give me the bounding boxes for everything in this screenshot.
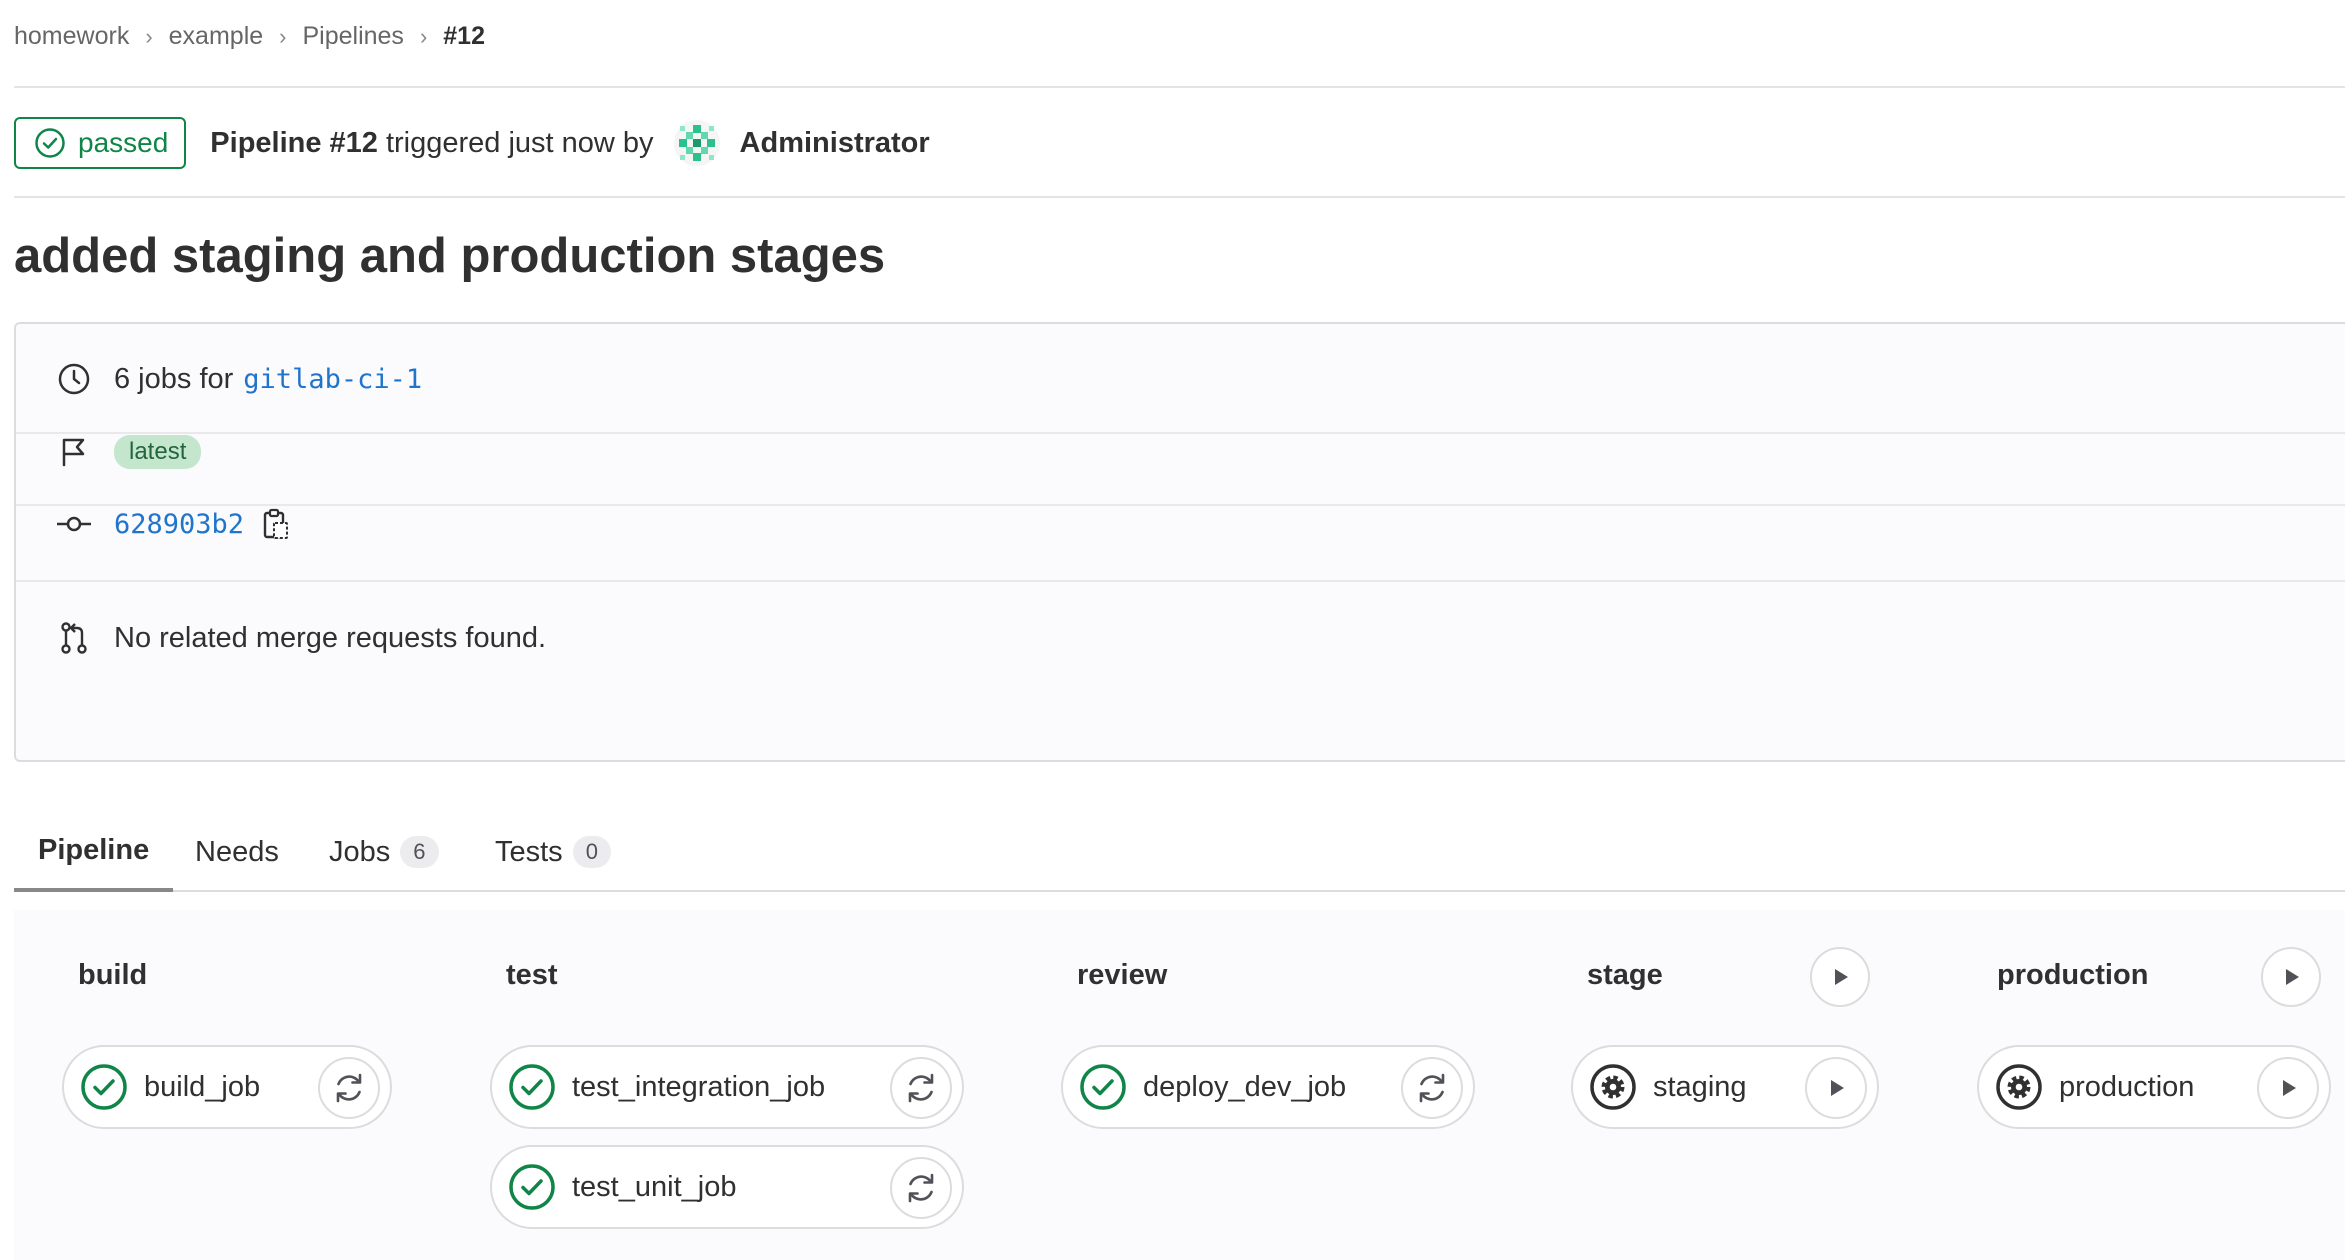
job-name: staging — [1653, 1070, 1747, 1103]
status-success-icon — [80, 1063, 128, 1111]
job-staging[interactable]: staging — [1571, 1045, 1879, 1129]
stage-title-review: review — [1077, 959, 1168, 991]
play-button[interactable] — [1805, 1057, 1867, 1119]
avatar-identicon-icon — [678, 125, 715, 161]
triggered-text: triggered just now by — [385, 126, 654, 159]
tab-label: Needs — [195, 835, 279, 868]
play-icon — [2286, 969, 2299, 985]
retry-icon — [908, 1173, 934, 1203]
clock-icon — [56, 361, 92, 397]
breadcrumb: homework › example › Pipelines › #12 — [14, 22, 485, 51]
play-icon — [1831, 1080, 1844, 1096]
stage-title-build: build — [78, 959, 148, 991]
tests-count-badge: 0 — [572, 836, 611, 868]
play-icon — [1835, 969, 1848, 985]
check-circle-icon — [35, 128, 65, 158]
stage-title-production: production — [1997, 959, 2149, 991]
flag-icon — [56, 434, 92, 470]
breadcrumb-separator: › — [279, 23, 287, 49]
breadcrumb-separator: › — [419, 23, 428, 49]
stage-title-stage: stage — [1587, 959, 1663, 991]
status-success-icon — [508, 1163, 556, 1211]
breadcrumb-item-pipelines[interactable]: Pipelines — [302, 22, 403, 51]
retry-button[interactable] — [1401, 1057, 1463, 1119]
jobs-count-badge: 6 — [400, 836, 439, 868]
avatar[interactable] — [673, 120, 720, 166]
retry-button[interactable] — [890, 1057, 952, 1119]
retry-icon — [1419, 1073, 1445, 1103]
merge-requests-row: No related merge requests found. — [16, 616, 2345, 660]
pipeline-info-box: 6 jobs for gitlab-ci-1 latest 628903b2 N… — [14, 322, 2345, 762]
merge-request-icon — [56, 620, 92, 656]
stage-title-test: test — [506, 959, 558, 991]
page-title: added staging and production stages — [14, 229, 886, 283]
job-production[interactable]: production — [1977, 1045, 2331, 1129]
job-name: build_job — [144, 1070, 261, 1103]
no-merge-requests-text: No related merge requests found. — [114, 621, 547, 654]
badges-row: latest — [16, 430, 2345, 474]
job-build[interactable]: build_job — [62, 1045, 392, 1129]
pipeline-info: Pipeline #12 triggered just now by — [210, 127, 653, 160]
branch-link[interactable]: gitlab-ci-1 — [243, 364, 422, 395]
pipeline-header: passed Pipeline #12 triggered just now b… — [14, 117, 930, 169]
retry-icon — [908, 1073, 934, 1103]
job-test-unit[interactable]: test_unit_job — [490, 1145, 964, 1229]
status-badge[interactable]: passed — [14, 117, 187, 169]
jobs-count-text: 6 jobs for — [114, 362, 234, 395]
pipeline-id: Pipeline #12 — [210, 126, 378, 159]
status-manual-icon — [1995, 1063, 2043, 1111]
job-deploy-dev[interactable]: deploy_dev_job — [1061, 1045, 1475, 1129]
tab-label: Tests — [495, 835, 563, 868]
divider — [16, 580, 2345, 582]
latest-badge[interactable]: latest — [114, 435, 202, 469]
status-manual-icon — [1589, 1063, 1637, 1111]
tab-label: Pipeline — [38, 833, 150, 866]
retry-button[interactable] — [890, 1157, 952, 1219]
commit-row: 628903b2 — [16, 502, 2345, 546]
retry-button[interactable] — [318, 1057, 380, 1119]
tab-jobs[interactable]: Jobs 6 — [329, 812, 439, 892]
stage-play-button[interactable] — [2261, 947, 2321, 1007]
divider — [14, 86, 2345, 88]
copy-sha-button[interactable] — [262, 508, 290, 540]
tab-pipeline[interactable]: Pipeline — [14, 812, 174, 892]
job-name: test_unit_job — [572, 1170, 737, 1203]
job-name: deploy_dev_job — [1143, 1070, 1347, 1103]
pipeline-graph: build build_job test test_integration_jo… — [14, 910, 2345, 1260]
divider — [14, 196, 2345, 198]
status-success-icon — [508, 1063, 556, 1111]
commit-icon — [56, 506, 92, 542]
job-name: production — [2059, 1070, 2195, 1103]
breadcrumb-item-example[interactable]: example — [169, 22, 264, 51]
retry-icon — [336, 1073, 362, 1103]
breadcrumb-separator: › — [145, 23, 153, 49]
tab-label: Jobs — [329, 835, 391, 868]
tab-tests[interactable]: Tests 0 — [495, 812, 611, 892]
tab-needs[interactable]: Needs — [195, 812, 279, 892]
commit-sha-link[interactable]: 628903b2 — [114, 509, 244, 540]
job-name: test_integration_job — [572, 1070, 826, 1103]
play-icon — [2283, 1080, 2296, 1096]
author-name[interactable]: Administrator — [740, 127, 930, 160]
job-test-integration[interactable]: test_integration_job — [490, 1045, 964, 1129]
clipboard-icon — [263, 508, 289, 539]
status-success-icon — [1079, 1063, 1127, 1111]
status-label: passed — [78, 127, 169, 158]
breadcrumb-item-homework[interactable]: homework — [14, 22, 129, 51]
breadcrumb-current[interactable]: #12 — [443, 22, 485, 51]
pipeline-tabs: Pipeline Needs Jobs 6 Tests 0 — [14, 812, 2345, 892]
play-button[interactable] — [2257, 1057, 2319, 1119]
jobs-row: 6 jobs for gitlab-ci-1 — [16, 357, 2345, 401]
stage-play-button[interactable] — [1810, 947, 1870, 1007]
